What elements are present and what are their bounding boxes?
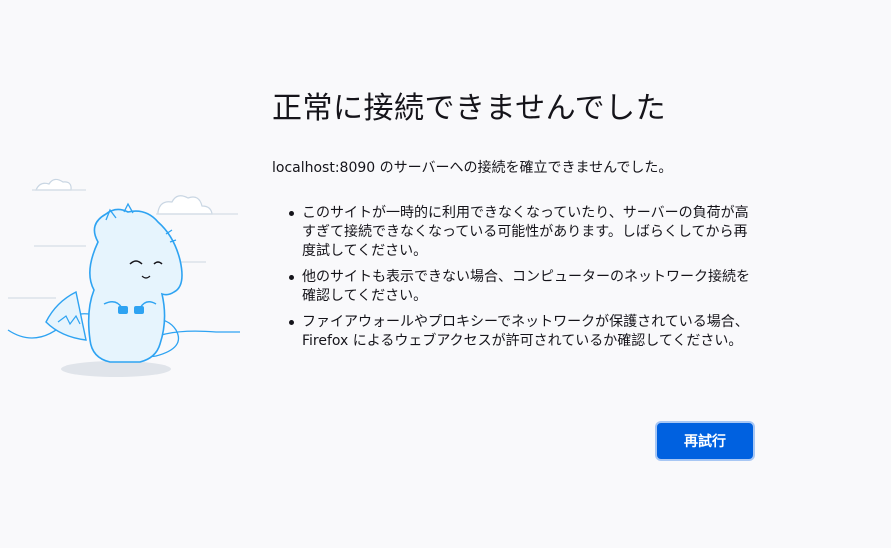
network-error-page: 正常に接続できませんでした localhost:8090 のサーバーへの接続を確…	[0, 0, 891, 548]
page-title: 正常に接続できませんでした	[272, 91, 667, 126]
list-item: このサイトが一時的に利用できなくなっていたり、サーバーの負荷が高すぎて接続できな…	[289, 204, 756, 261]
disconnected-dino-illustration-icon	[7, 178, 240, 377]
list-item: 他のサイトも表示できない場合、コンピューターのネットワーク接続を確認してください…	[289, 268, 756, 306]
error-description: localhost:8090 のサーバーへの接続を確立できませんでした。	[272, 160, 673, 176]
reason-text: このサイトが一時的に利用できなくなっていたり、サーバーの負荷が高すぎて接続できな…	[302, 205, 749, 259]
list-item: ファイアウォールやプロキシーでネットワークが保護されている場合、Firefox …	[289, 313, 756, 351]
bullet-icon	[289, 211, 294, 216]
error-content: 正常に接続できませんでした localhost:8090 のサーバーへの接続を確…	[272, 88, 756, 358]
reason-list: このサイトが一時的に利用できなくなっていたり、サーバーの負荷が高すぎて接続できな…	[272, 204, 756, 351]
reason-text: ファイアウォールやプロキシーでネットワークが保護されている場合、Firefox …	[302, 314, 749, 349]
bullet-icon	[289, 320, 294, 325]
reason-text: 他のサイトも表示できない場合、コンピューターのネットワーク接続を確認してください…	[302, 269, 750, 304]
bullet-icon	[289, 275, 294, 280]
retry-button[interactable]: 再試行	[657, 423, 753, 459]
cloud-icon	[35, 178, 213, 215]
